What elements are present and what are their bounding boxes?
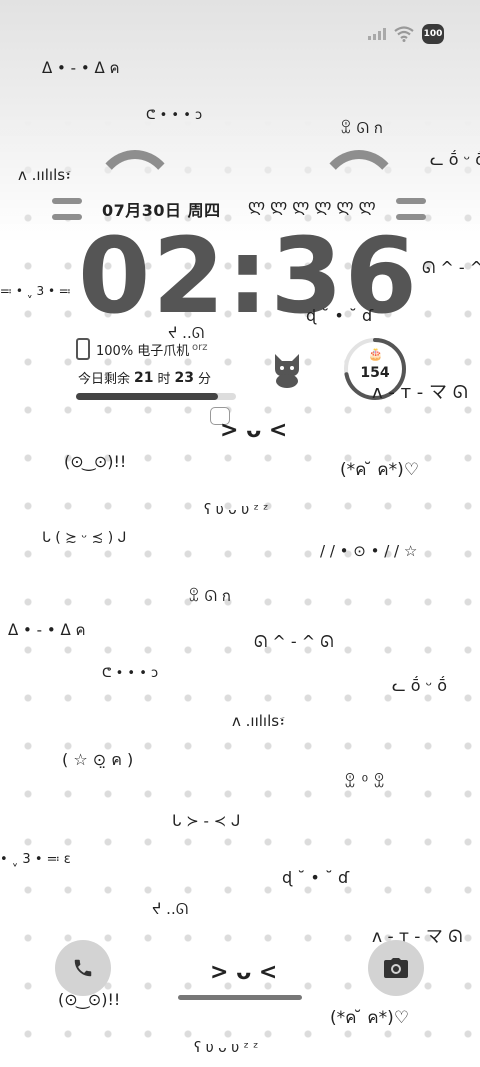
whisker-right-top bbox=[396, 198, 426, 204]
kaomoji: / / • ⊙ • / / ☆ bbox=[320, 542, 418, 560]
camera-shortcut-button[interactable] bbox=[368, 940, 424, 996]
whisker-left-top bbox=[52, 198, 82, 204]
home-indicator[interactable] bbox=[178, 995, 302, 1000]
phone-usage-icon bbox=[76, 338, 90, 360]
cat-ear-right bbox=[316, 150, 402, 199]
kaomoji: > ᴗ < bbox=[210, 960, 278, 985]
remaining-time: 今日剩余 21 时 23 分 bbox=[78, 368, 212, 388]
cake-icon: 🎂 bbox=[368, 347, 383, 361]
kaomoji: ᒐ ( ≿ ᵕ ≾ ) ᒍ bbox=[42, 530, 127, 546]
kaomoji: ɖ ˘ • ˘ ɗ bbox=[282, 868, 350, 887]
kaomoji: ᔪ ..ᘏ bbox=[168, 324, 205, 342]
phone-usage-text: 100% 电子爪机 bbox=[96, 343, 190, 359]
camera-icon bbox=[384, 958, 408, 978]
kaomoji: ʕ υ ᴗ υ ᶻ ᶻ bbox=[204, 502, 269, 518]
kaomoji: • ˬ 3 • ≕ ɛ bbox=[0, 852, 71, 867]
kaomoji: ᔪ ..ᘏ bbox=[152, 900, 189, 918]
kaomoji: ᴧ - ᴛ - マ ᘏ bbox=[372, 382, 468, 403]
kaomoji: ᐃ • - • ᐃ ค bbox=[8, 621, 86, 639]
kaomoji: ᘏ ^ - ^ ᘏ bbox=[422, 258, 480, 277]
wifi-icon bbox=[394, 26, 414, 42]
kaomoji: ᴧ .ıılıls፣ bbox=[232, 712, 286, 730]
kaomoji: ᕦ • • • ↄ bbox=[146, 108, 203, 123]
remaining-minutes-unit: 分 bbox=[198, 372, 212, 387]
kaomoji: ᓚ ṓ ᵕ ṓ bbox=[392, 676, 448, 695]
day-progress-bar bbox=[76, 393, 236, 400]
kaomoji: (*ค ̆ ค*)♡ bbox=[340, 460, 420, 480]
kaomoji: ᕦ • • • ↄ bbox=[102, 666, 159, 681]
phone-icon bbox=[74, 959, 92, 977]
kaomoji: > ᴗ < bbox=[220, 418, 288, 443]
date-decoration: ლ ლ ლ ლ ლ ლ bbox=[248, 196, 376, 215]
battery-indicator: 100 bbox=[422, 24, 444, 44]
kaomoji: ꀾ ᘏ ก bbox=[188, 587, 231, 605]
remaining-prefix: 今日剩余 bbox=[78, 372, 131, 387]
phone-shortcut-button[interactable] bbox=[55, 940, 111, 996]
kaomoji: (*ค ̆ ค*)♡ bbox=[330, 1008, 410, 1028]
signal-icon bbox=[368, 28, 386, 40]
kaomoji: ᘏ ^ - ^ ᘏ bbox=[254, 632, 334, 651]
cat-ear-left bbox=[92, 150, 178, 199]
kaomoji: ʕ υ ᴗ υ ᶻ ᶻ bbox=[194, 1040, 259, 1056]
status-bar: 100 bbox=[368, 22, 444, 46]
kaomoji: ᓚ ṓ ᵕ ṓ bbox=[430, 150, 480, 169]
kaomoji: ᴧ .ıılıls፣ bbox=[18, 166, 72, 184]
day-progress-fill bbox=[76, 393, 219, 400]
remaining-minutes: 23 bbox=[174, 369, 194, 386]
kaomoji: ꀾ ᘏ ก bbox=[340, 119, 383, 137]
kaomoji: ɖ ˘ • ˘ ɗ bbox=[306, 306, 374, 325]
remaining-hours: 21 bbox=[134, 369, 154, 386]
kaomoji: ꀾ ⁰ ꀾ bbox=[344, 772, 386, 791]
kaomoji: ᒐ ≻ - ≺ ᒍ bbox=[172, 812, 241, 830]
kaomoji: ᐃ • - • ᐃ ค bbox=[42, 59, 120, 77]
orz-label: orz bbox=[192, 342, 208, 353]
cat-icon bbox=[275, 354, 299, 388]
kaomoji: ( ☆ ⊙̤ ค ) bbox=[62, 750, 134, 769]
kaomoji: ≕ • ˬ 3 • ≕ bbox=[0, 284, 71, 298]
kaomoji: (⊙ ͜ ⊙)!! bbox=[64, 452, 127, 471]
remaining-hours-unit: 时 bbox=[157, 372, 171, 387]
